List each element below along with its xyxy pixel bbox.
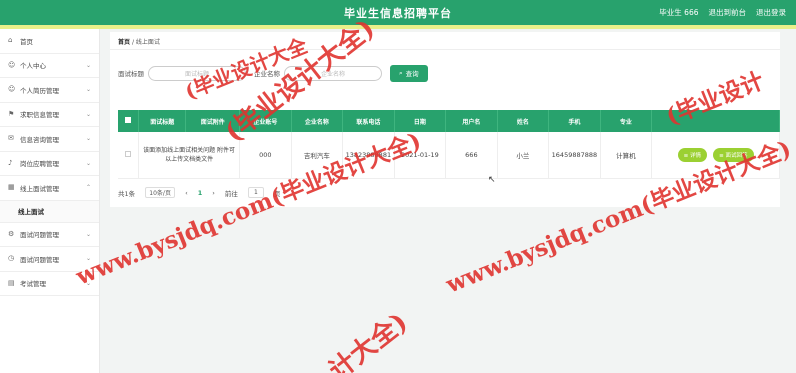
logout-link[interactable]: 退出登录 xyxy=(756,7,786,18)
cell-name: 小兰 xyxy=(497,132,550,179)
doc-icon: ▤ xyxy=(8,278,15,287)
chevron-down-icon: ⌄ xyxy=(85,110,91,118)
cell-mobile: 16459887888 xyxy=(548,132,601,179)
sidebar-item-job-info[interactable]: ⚑ 求职信息管理 ⌄ xyxy=(0,103,99,127)
chevron-down-icon: ⌄ xyxy=(85,230,91,238)
col-header[interactable]: 手机 xyxy=(548,110,601,132)
sidebar-item-label: 考试管理 xyxy=(20,280,46,289)
sidebar-item-application[interactable]: ♪ 岗位应聘管理 ⌄ xyxy=(0,152,99,176)
sidebar-item-label: 个人简历管理 xyxy=(20,86,59,95)
row-checkbox[interactable] xyxy=(125,150,132,157)
chevron-up-icon: ⌃ xyxy=(85,184,91,191)
sidebar-item-personal-center[interactable]: ☺ 个人中心 ⌄ xyxy=(0,54,99,78)
divider xyxy=(110,49,780,50)
home-icon: ⌂ xyxy=(8,36,13,45)
exit-to-frontend-link[interactable]: 退出到前台 xyxy=(709,7,747,18)
col-header[interactable]: 联系电话 xyxy=(342,110,395,132)
sidebar: ⌂ 首页 ☺ 个人中心 ⌄ ☺ 个人简历管理 ⌄ ⚑ 求职信息管理 ⌄ ✉ 信息… xyxy=(0,29,100,373)
flag-icon: ⚑ xyxy=(8,109,15,118)
user-icon: ☺ xyxy=(8,60,16,69)
user-icon: ☺ xyxy=(8,85,16,94)
sidebar-item-question[interactable]: ⚙ 面试问题管理 ⌄ xyxy=(0,223,99,247)
sidebar-item-label: 线上面试管理 xyxy=(20,184,59,193)
gear-icon: ⚙ xyxy=(8,229,15,238)
mail-icon: ✉ xyxy=(8,134,14,143)
watermark-text: 计大全) xyxy=(323,307,414,373)
sidebar-item-label: 面试问题管理 xyxy=(20,255,59,264)
pagination-total: 共1条 xyxy=(118,189,136,198)
breadcrumb-current: 线上面试 xyxy=(135,39,160,46)
sidebar-item-label: 岗位应聘管理 xyxy=(20,160,59,169)
top-navbar: 毕业生信息招聘平台 毕业生 666 退出到前台 退出登录 xyxy=(0,0,796,25)
next-page-button[interactable]: › xyxy=(212,189,215,197)
chevron-down-icon: ⌄ xyxy=(85,86,91,93)
breadcrumb-separator: / xyxy=(131,39,134,46)
page-size-select[interactable]: 10条/页 xyxy=(145,187,176,198)
col-header[interactable]: 企业名称 xyxy=(291,110,344,132)
search-icon: ⌕ xyxy=(399,68,403,77)
select-all-cell xyxy=(118,110,140,132)
sidebar-item-online-interview[interactable]: ▦ 线上面试管理 ⌃ xyxy=(0,176,99,201)
mouse-cursor-icon: ↖ xyxy=(488,175,496,185)
prev-page-button[interactable]: ‹ xyxy=(185,189,188,197)
detail-button[interactable]: ≡ 详情 xyxy=(677,147,708,162)
row-select-cell xyxy=(118,132,140,179)
sidebar-item-label: 信息咨询管理 xyxy=(20,135,59,144)
sidebar-item-home[interactable]: ⌂ 首页 xyxy=(0,29,99,54)
col-header[interactable]: 用户名 xyxy=(445,110,498,132)
search-button-label: 查询 xyxy=(405,70,419,78)
sidebar-item-label: 首页 xyxy=(20,37,33,46)
chevron-down-icon: ⌄ xyxy=(85,135,91,142)
search-button[interactable]: ⌕ 查询 xyxy=(390,64,428,82)
cell-username: 666 xyxy=(445,132,498,179)
sidebar-item-label: 面试问题管理 xyxy=(20,231,59,240)
search-title-label: 面试标题 xyxy=(118,70,144,78)
detail-button-label: 详情 xyxy=(690,152,702,159)
top-right-menu: 毕业生 666 退出到前台 退出登录 xyxy=(659,7,786,18)
clock-icon: ◷ xyxy=(8,254,15,263)
cell-title: 该面添加线上面试相关问题 附件可以上传文档类文件 xyxy=(138,132,241,179)
breadcrumb: 首页 / 线上面试 xyxy=(118,37,160,46)
chevron-down-icon: ⌄ xyxy=(85,159,91,167)
sidebar-item-label: 求职信息管理 xyxy=(20,111,59,120)
current-user: 毕业生 666 xyxy=(659,8,699,17)
sidebar-item-consult[interactable]: ✉ 信息咨询管理 ⌄ xyxy=(0,127,99,152)
select-all-checkbox[interactable] xyxy=(125,117,132,123)
sidebar-item-resume[interactable]: ☺ 个人简历管理 ⌄ xyxy=(0,78,99,103)
mic-icon: ♪ xyxy=(8,158,13,167)
cell-major: 计算机 xyxy=(600,132,653,179)
col-header[interactable]: 专业 xyxy=(600,110,653,132)
grid-icon: ▦ xyxy=(8,183,15,192)
sidebar-subitem-online-interview[interactable]: 线上面试 xyxy=(0,200,99,223)
page-number[interactable]: 1 xyxy=(198,189,203,197)
sidebar-item-label: 个人中心 xyxy=(20,62,46,71)
chevron-down-icon: ⌄ xyxy=(85,61,91,69)
breadcrumb-home[interactable]: 首页 xyxy=(118,39,130,46)
col-header[interactable]: 面试标题 xyxy=(138,110,187,132)
header-accent-stripe xyxy=(0,25,796,29)
col-header[interactable]: 姓名 xyxy=(497,110,550,132)
